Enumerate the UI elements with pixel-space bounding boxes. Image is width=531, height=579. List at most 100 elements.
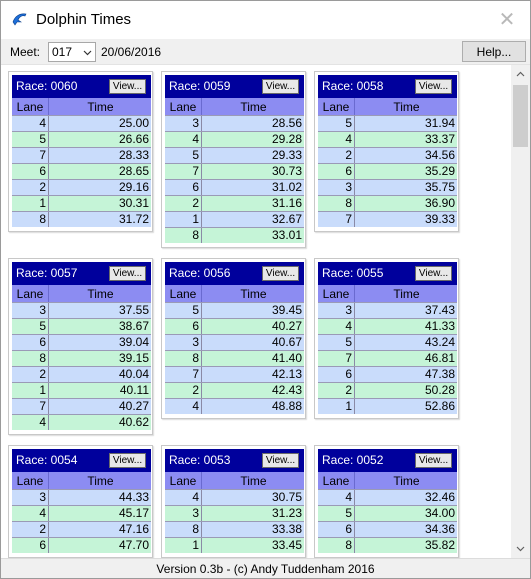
- lane-cell: 2: [318, 148, 355, 163]
- lane-cell: 6: [318, 164, 355, 179]
- race-column-headers: Lane Time: [165, 285, 304, 302]
- time-cell: 31.16: [271, 196, 302, 210]
- race-card: Race: 0056 View... Lane Time 5 39.45 6 40.27 3 40…: [161, 258, 306, 419]
- time-cell: 42.43: [271, 383, 302, 397]
- title-bar: Dolphin Times ✕: [1, 1, 530, 39]
- time-cell: 32.67: [271, 212, 302, 226]
- view-race-button[interactable]: View...: [109, 79, 146, 94]
- time-cell: 28.65: [118, 164, 149, 178]
- scroll-up-button[interactable]: [511, 65, 530, 84]
- result-row: 4 41.33: [318, 318, 457, 334]
- lane-cell: 8: [318, 538, 355, 553]
- close-button[interactable]: ✕: [484, 1, 530, 37]
- result-row: 4 32.46: [318, 489, 457, 505]
- result-row: 7 30.73: [165, 163, 304, 179]
- result-row: 2 50.28: [318, 382, 457, 398]
- lane-cell: 8: [165, 351, 202, 366]
- lane-cell: 7: [12, 399, 49, 414]
- race-card: Race: 0058 View... Lane Time 5 31.94 4 33.37 2 34…: [314, 71, 459, 232]
- time-cell: 29.33: [271, 148, 302, 162]
- race-card-body: Race: 0052 View... Lane Time 4 32.46 5 34.00 6 34…: [318, 449, 457, 553]
- lane-cell: 7: [165, 164, 202, 179]
- lane-cell: 8: [12, 351, 49, 366]
- race-card-body: Race: 0054 View... Lane Time 3 44.33 4 45.17 2 47…: [12, 449, 151, 553]
- result-row: 8 35.82: [318, 537, 457, 553]
- time-cell: 33.38: [271, 522, 302, 536]
- lane-column-header: Lane: [318, 285, 355, 302]
- time-cell: 36.90: [424, 196, 455, 210]
- time-cell: 32.46: [424, 490, 455, 504]
- time-cell: 33.37: [424, 132, 455, 146]
- lane-cell: 2: [12, 180, 49, 195]
- lane-cell: 5: [318, 506, 355, 521]
- time-cell: 34.00: [424, 506, 455, 520]
- lane-cell: 2: [12, 367, 49, 382]
- result-row: 4 33.37: [318, 131, 457, 147]
- result-row: 2 29.16: [12, 179, 151, 195]
- lane-column-header: Lane: [12, 472, 49, 489]
- view-race-button[interactable]: View...: [262, 266, 299, 281]
- race-card: Race: 0053 View... Lane Time 4 30.75 3 31.23 8 33…: [161, 445, 306, 558]
- view-race-button[interactable]: View...: [415, 79, 452, 94]
- lane-cell: 2: [318, 383, 355, 398]
- meet-select[interactable]: 017: [48, 42, 96, 62]
- race-header: Race: 0058 View...: [318, 75, 457, 98]
- lane-column-header: Lane: [318, 472, 355, 489]
- view-race-button[interactable]: View...: [109, 266, 146, 281]
- race-header: Race: 0060 View...: [12, 75, 151, 98]
- scroll-thumb[interactable]: [513, 85, 528, 147]
- lane-cell: 8: [318, 196, 355, 211]
- lane-column-header: Lane: [12, 285, 49, 302]
- lane-cell: 4: [12, 116, 49, 131]
- time-cell: 33.45: [271, 538, 302, 552]
- lane-cell: 1: [318, 399, 355, 414]
- time-cell: 52.86: [424, 399, 455, 413]
- meet-date: 20/06/2016: [101, 45, 162, 59]
- help-button[interactable]: Help...: [462, 41, 526, 62]
- view-race-button[interactable]: View...: [262, 79, 299, 94]
- result-row: 3 37.55: [12, 302, 151, 318]
- lane-cell: 5: [165, 303, 202, 318]
- lane-cell: 3: [165, 506, 202, 521]
- view-race-button[interactable]: View...: [109, 453, 146, 468]
- view-race-button[interactable]: View...: [262, 453, 299, 468]
- time-cell: 48.88: [271, 399, 302, 413]
- result-row: 8 31.72: [12, 211, 151, 227]
- result-row: 2 42.43: [165, 382, 304, 398]
- scroll-down-button[interactable]: [511, 539, 530, 558]
- result-row: 7 46.81: [318, 350, 457, 366]
- view-race-button[interactable]: View...: [415, 453, 452, 468]
- lane-cell: 2: [165, 383, 202, 398]
- toolbar: Meet: 017 20/06/2016 Help...: [1, 39, 530, 65]
- race-card: Race: 0060 View... Lane Time 4 25.00 5 26.66 7 28…: [8, 71, 153, 232]
- result-row: 1 30.31: [12, 195, 151, 211]
- time-cell: 31.23: [271, 506, 302, 520]
- lane-cell: 3: [165, 335, 202, 350]
- time-cell: 40.04: [118, 367, 149, 381]
- race-title: Race: 0055: [322, 266, 384, 280]
- time-cell: 30.31: [118, 196, 149, 210]
- result-row: 4 25.00: [12, 115, 151, 131]
- lane-cell: 1: [12, 196, 49, 211]
- meet-label: Meet:: [10, 45, 41, 59]
- race-card-body: Race: 0060 View... Lane Time 4 25.00 5 26.66 7 28…: [12, 75, 151, 227]
- result-row: 3 40.67: [165, 334, 304, 350]
- race-header: Race: 0055 View...: [318, 262, 457, 285]
- lane-cell: 2: [12, 522, 49, 537]
- lane-cell: 4: [318, 490, 355, 505]
- result-row: 1 32.67: [165, 211, 304, 227]
- lane-cell: 3: [318, 303, 355, 318]
- result-row: 1 52.86: [318, 398, 457, 414]
- result-row: 7 40.27: [12, 398, 151, 414]
- time-cell: 28.33: [118, 148, 149, 162]
- vertical-scrollbar[interactable]: [511, 65, 530, 558]
- result-row: 1 40.11: [12, 382, 151, 398]
- lane-cell: 8: [165, 228, 202, 243]
- view-race-button[interactable]: View...: [415, 266, 452, 281]
- race-title: Race: 0059: [169, 79, 231, 93]
- race-column-headers: Lane Time: [12, 285, 151, 302]
- result-row: 2 40.04: [12, 366, 151, 382]
- race-card-body: Race: 0057 View... Lane Time 3 37.55 5 38.67 6 39…: [12, 262, 151, 430]
- time-cell: 34.56: [424, 148, 455, 162]
- lane-column-header: Lane: [318, 98, 355, 115]
